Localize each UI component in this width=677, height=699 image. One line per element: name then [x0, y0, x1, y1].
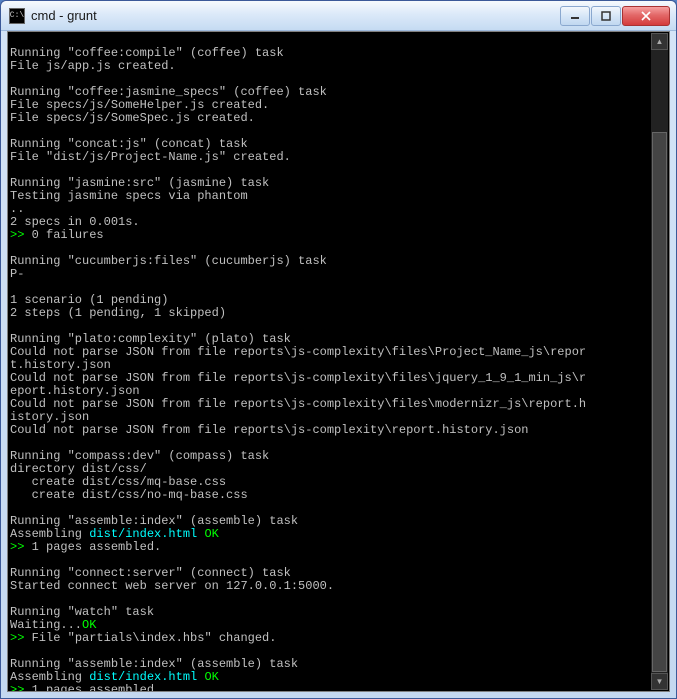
- cmd-window: C:\ cmd - grunt Running "coffee:compile"…: [0, 0, 677, 699]
- scroll-thumb[interactable]: [652, 132, 667, 672]
- close-icon: [640, 11, 652, 21]
- scroll-up-button[interactable]: ▲: [651, 33, 668, 50]
- terminal-line: File "dist/js/Project-Name.js" created.: [10, 151, 667, 164]
- terminal-line: File specs/js/SomeSpec.js created.: [10, 112, 667, 125]
- terminal-line: Started connect web server on 127.0.0.1:…: [10, 580, 667, 593]
- maximize-button[interactable]: [591, 6, 621, 26]
- terminal-line: >> 1 pages assembled.: [10, 541, 667, 554]
- window-title: cmd - grunt: [31, 8, 560, 23]
- terminal-line: >> File "partials\index.hbs" changed.: [10, 632, 667, 645]
- scroll-down-button[interactable]: ▼: [651, 673, 668, 690]
- titlebar[interactable]: C:\ cmd - grunt: [1, 1, 676, 31]
- minimize-button[interactable]: [560, 6, 590, 26]
- terminal-line: Could not parse JSON from file reports\j…: [10, 398, 667, 411]
- maximize-icon: [601, 11, 611, 21]
- chevron-up-icon: ▲: [656, 37, 664, 46]
- terminal-line: >> 0 failures: [10, 229, 667, 242]
- terminal-scrollbar[interactable]: ▲ ▼: [651, 33, 668, 690]
- terminal-line: >> 1 pages assembled.: [10, 684, 667, 692]
- window-controls: [560, 6, 670, 26]
- terminal-line: Could not parse JSON from file reports\j…: [10, 424, 667, 437]
- terminal-area[interactable]: Running "coffee:compile" (coffee) taskFi…: [7, 31, 670, 692]
- terminal-output: Running "coffee:compile" (coffee) taskFi…: [10, 34, 667, 692]
- terminal-line: 2 specs in 0.001s.: [10, 216, 667, 229]
- terminal-line: 2 steps (1 pending, 1 skipped): [10, 307, 667, 320]
- terminal-line: Running "cucumberjs:files" (cucumberjs) …: [10, 255, 667, 268]
- chevron-down-icon: ▼: [656, 677, 664, 686]
- terminal-line: P-: [10, 268, 667, 281]
- terminal-line: create dist/css/no-mq-base.css: [10, 489, 667, 502]
- close-button[interactable]: [622, 6, 670, 26]
- terminal-line: Testing jasmine specs via phantom: [10, 190, 667, 203]
- terminal-line: Running "watch" task: [10, 606, 667, 619]
- terminal-line: File js/app.js created.: [10, 60, 667, 73]
- cmd-icon: C:\: [9, 8, 25, 24]
- minimize-icon: [570, 11, 580, 21]
